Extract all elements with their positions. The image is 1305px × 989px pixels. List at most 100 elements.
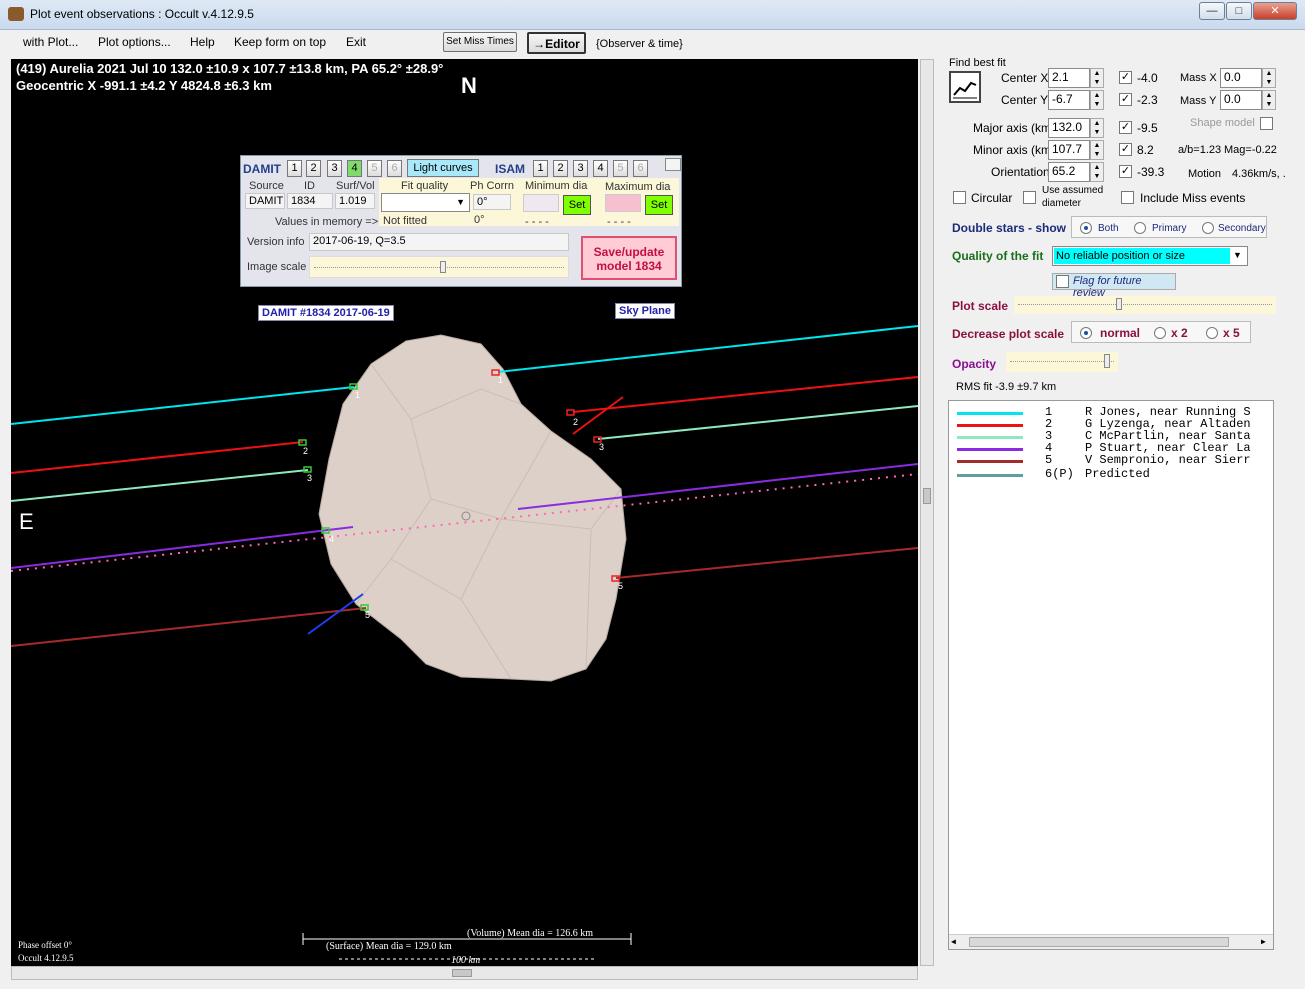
orientation-check[interactable]: ✓ bbox=[1119, 165, 1132, 178]
both-radio[interactable] bbox=[1080, 222, 1092, 234]
minimize-button[interactable]: — bbox=[1199, 2, 1225, 20]
opacity-slider[interactable] bbox=[1006, 352, 1118, 372]
major-axis-check[interactable]: ✓ bbox=[1119, 121, 1132, 134]
isam-btn-4[interactable]: 4 bbox=[593, 160, 608, 177]
legend-row[interactable]: 6(P) Predicted bbox=[955, 467, 1273, 481]
major-axis-resid: -9.5 bbox=[1137, 121, 1158, 135]
scroll-thumb[interactable] bbox=[969, 937, 1229, 947]
orientation-spinner[interactable]: ▲ ▼ bbox=[1090, 162, 1104, 182]
set-miss-times-button[interactable]: Set Miss Times bbox=[443, 32, 517, 52]
version-info-label: Version info bbox=[247, 236, 305, 248]
motion-value: 4.36km/s, . bbox=[1232, 168, 1286, 180]
circular-label: Circular bbox=[971, 191, 1013, 205]
legend-row[interactable]: 5 V Sempronio, near Sierr bbox=[955, 453, 1273, 467]
isam-btn-6[interactable]: 6 bbox=[633, 160, 648, 177]
isam-btn-1[interactable]: 1 bbox=[533, 160, 548, 177]
damit-btn-2[interactable]: 2 bbox=[306, 160, 321, 177]
minor-axis-check[interactable]: ✓ bbox=[1119, 143, 1132, 156]
center-y-input[interactable]: -6.7 bbox=[1048, 90, 1090, 110]
damit-btn-6[interactable]: 6 bbox=[387, 160, 402, 177]
major-axis-input[interactable]: 132.0 bbox=[1048, 118, 1090, 138]
ph-corrn-label: Ph Corrn bbox=[470, 180, 515, 192]
save-update-button[interactable]: Save/update model 1834 bbox=[581, 236, 677, 280]
mass-y-label: Mass Y bbox=[1180, 95, 1217, 107]
damit-btn-5[interactable]: 5 bbox=[367, 160, 382, 177]
mass-y-spinner[interactable]: ▲ ▼ bbox=[1262, 90, 1276, 110]
legend-swatch bbox=[957, 424, 1023, 427]
chord-label: 5 bbox=[365, 610, 371, 620]
plot-scale-slider[interactable] bbox=[1014, 296, 1276, 314]
max-dia-label: Maximum dia bbox=[605, 181, 671, 193]
menu-with-plot[interactable]: with Plot... bbox=[23, 35, 78, 49]
normal-radio[interactable] bbox=[1080, 327, 1092, 339]
maximize-button[interactable]: □ bbox=[1226, 2, 1252, 20]
fit-quality-dropdown[interactable]: ▼ bbox=[381, 193, 470, 212]
phase-offset: Phase offset 0° bbox=[18, 940, 72, 950]
center-x-input[interactable]: 2.1 bbox=[1048, 68, 1090, 88]
circular-check[interactable] bbox=[953, 191, 966, 204]
legend-name: Predicted bbox=[1085, 467, 1150, 481]
flag-review-check[interactable] bbox=[1056, 275, 1069, 288]
mag-value: Mag=-0.22 bbox=[1224, 144, 1277, 156]
isam-btn-3[interactable]: 3 bbox=[573, 160, 588, 177]
center-y-spinner[interactable]: ▲ ▼ bbox=[1090, 90, 1104, 110]
mass-x-spinner[interactable]: ▲ ▼ bbox=[1262, 68, 1276, 88]
isam-btn-5[interactable]: 5 bbox=[613, 160, 628, 177]
center-y-check[interactable]: ✓ bbox=[1119, 93, 1132, 106]
fit-quality-label: Fit quality bbox=[401, 180, 449, 192]
legend-name: V Sempronio, near Sierr bbox=[1085, 453, 1251, 467]
center-x-spinner[interactable]: ▲ ▼ bbox=[1090, 68, 1104, 88]
use-assumed-check[interactable] bbox=[1023, 191, 1036, 204]
menu-keep-on-top[interactable]: Keep form on top bbox=[234, 35, 326, 49]
mass-x-input[interactable]: 0.0 bbox=[1220, 68, 1262, 88]
close-button[interactable]: ✕ bbox=[1253, 2, 1297, 20]
panel-minimize[interactable] bbox=[665, 158, 681, 171]
damit-btn-3[interactable]: 3 bbox=[327, 160, 342, 177]
orientation-input[interactable]: 65.2 bbox=[1048, 162, 1090, 182]
menu-plot-options[interactable]: Plot options... bbox=[98, 35, 171, 49]
min-dia-field[interactable] bbox=[523, 194, 559, 212]
minor-axis-input[interactable]: 107.7 bbox=[1048, 140, 1090, 160]
light-curves-button[interactable]: Light curves bbox=[407, 159, 479, 177]
menu-exit[interactable]: Exit bbox=[346, 35, 366, 49]
include-miss-check[interactable] bbox=[1121, 191, 1134, 204]
major-axis-label: Major axis (km) bbox=[973, 121, 1056, 135]
image-scale-slider[interactable] bbox=[309, 256, 569, 278]
editor-button[interactable]: →Editor bbox=[527, 32, 586, 54]
max-dia-field[interactable] bbox=[605, 194, 641, 212]
secondary-label: Secondary bbox=[1218, 223, 1266, 234]
center-x-resid: -4.0 bbox=[1137, 71, 1158, 85]
shape-model-check[interactable] bbox=[1260, 117, 1273, 130]
plot-hscrollbar[interactable] bbox=[11, 966, 918, 980]
chord-label: 3 bbox=[599, 442, 605, 452]
plot-vscrollbar[interactable] bbox=[920, 59, 934, 966]
quality-value: No reliable position or size bbox=[1054, 248, 1230, 264]
find-best-fit-button[interactable] bbox=[949, 71, 981, 103]
set-min-button[interactable]: Set bbox=[563, 195, 591, 215]
scale-bar-label: 100 km bbox=[451, 955, 481, 966]
observer-legend[interactable]: 1 R Jones, near Running S 2 G Lyzenga, n… bbox=[948, 400, 1274, 950]
mass-y-input[interactable]: 0.0 bbox=[1220, 90, 1262, 110]
minor-axis-spinner[interactable]: ▲ ▼ bbox=[1090, 140, 1104, 160]
primary-radio[interactable] bbox=[1134, 222, 1146, 234]
x2-radio[interactable] bbox=[1154, 327, 1166, 339]
menu-help[interactable]: Help bbox=[190, 35, 215, 49]
x5-radio[interactable] bbox=[1206, 327, 1218, 339]
secondary-radio[interactable] bbox=[1202, 222, 1214, 234]
chord-label: 2 bbox=[303, 446, 309, 456]
damit-btn-4[interactable]: 4 bbox=[347, 160, 362, 177]
scroll-right-icon[interactable]: ▶ bbox=[1261, 937, 1266, 947]
legend-hscrollbar[interactable]: ◀ ▶ bbox=[949, 934, 1273, 949]
damit-title: DAMIT bbox=[243, 162, 281, 176]
isam-btn-2[interactable]: 2 bbox=[553, 160, 568, 177]
set-max-button[interactable]: Set bbox=[645, 195, 673, 215]
isam-title: ISAM bbox=[495, 162, 525, 176]
chord-label: 1 bbox=[355, 390, 361, 400]
major-axis-spinner[interactable]: ▲ ▼ bbox=[1090, 118, 1104, 138]
damit-btn-1[interactable]: 1 bbox=[287, 160, 302, 177]
quality-dropdown[interactable]: No reliable position or size ▼ bbox=[1052, 246, 1248, 266]
center-x-check[interactable]: ✓ bbox=[1119, 71, 1132, 84]
ph-corrn-field[interactable]: 0° bbox=[473, 194, 511, 210]
scroll-left-icon[interactable]: ◀ bbox=[951, 937, 956, 947]
values-in-memory: Values in memory => bbox=[275, 216, 379, 228]
